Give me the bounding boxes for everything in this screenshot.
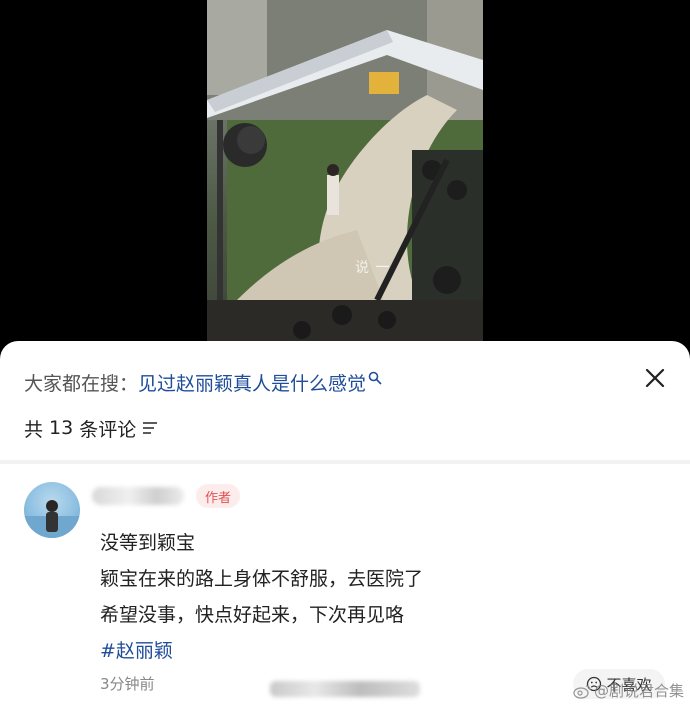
blurred-content [270, 681, 420, 697]
comment-count-prefix: 共 [24, 418, 44, 441]
trending-search-prefix: 大家都在搜： [24, 372, 139, 395]
comment-count-number: 13 [49, 417, 74, 439]
comment-count-row[interactable]: 共 13 条评论 [24, 415, 158, 441]
trending-search-query[interactable]: 见过赵丽颖真人是什么感觉 [138, 369, 366, 396]
comment-sheet: 大家都在搜： 见过赵丽颖真人是什么感觉 共 13 条评论 作者 没等到颖宝 颖宝… [0, 341, 690, 709]
close-icon [645, 368, 665, 388]
weibo-watermark: @剧说君合集 [572, 680, 684, 701]
weibo-icon [573, 684, 591, 699]
username-blurred[interactable] [92, 487, 184, 505]
watermark-text: @剧说君合集 [593, 682, 684, 700]
avatar-image [24, 500, 80, 538]
comment-line: 希望没事，快点好起来，下次再见咯 [100, 604, 405, 626]
comment-line: 颖宝在来的路上身体不舒服，去医院了 [100, 568, 424, 590]
author-badge: 作者 [196, 484, 240, 508]
hashtag-link[interactable]: #赵丽颖 [100, 633, 423, 669]
comment-body[interactable]: 没等到颖宝 颖宝在来的路上身体不舒服，去医院了 希望没事，快点好起来，下次再见咯… [100, 525, 423, 669]
close-button[interactable] [640, 363, 670, 393]
video-overlay-text: 说 一 [355, 260, 391, 276]
avatar[interactable] [24, 482, 80, 538]
video-frame[interactable]: 说 一 [207, 0, 483, 362]
trending-search-row[interactable]: 大家都在搜： 见过赵丽颖真人是什么感觉 [24, 369, 382, 395]
comment-count-suffix: 条评论 [79, 418, 137, 441]
search-icon [368, 371, 382, 385]
comment-line: 没等到颖宝 [100, 532, 196, 554]
comment-timestamp: 3分钟前 [100, 675, 155, 693]
sort-filter-icon[interactable] [142, 421, 158, 435]
section-divider [0, 460, 690, 464]
video-scene [207, 0, 483, 362]
